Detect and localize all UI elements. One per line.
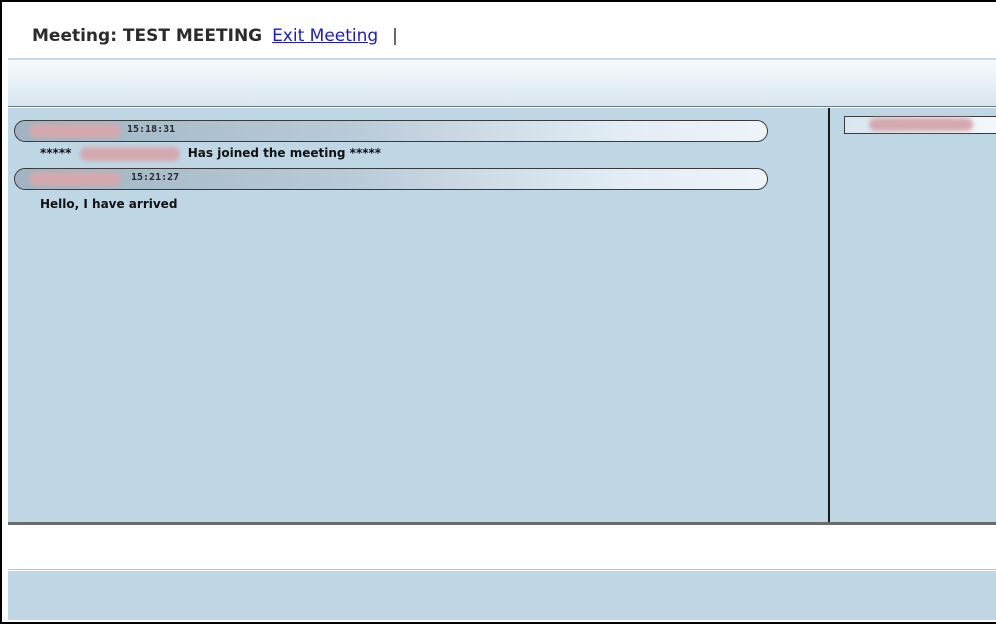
meeting-title-row: Meeting: TEST MEETING Exit Meeting |: [32, 26, 398, 46]
toolbar-strip: [8, 60, 996, 107]
chat-messages-panel[interactable]: 15:18:31 ***** Has joined the meeting **…: [8, 108, 830, 522]
message-timestamp: 15:21:27: [131, 172, 180, 183]
participant-item[interactable]: [844, 116, 996, 134]
bottom-bar: [8, 571, 996, 620]
meeting-header: Meeting: TEST MEETING Exit Meeting |: [8, 10, 996, 60]
message-text: ***** Has joined the meeting *****: [40, 146, 381, 161]
message-timestamp: 15:18:31: [127, 124, 176, 135]
message-body: Hello, I have arrived: [40, 197, 178, 211]
redacted-sender-name: [29, 124, 121, 138]
message-text: Hello, I have arrived: [40, 197, 177, 211]
participants-panel: [830, 108, 996, 522]
message-header: 15:21:27: [14, 168, 768, 190]
message-prefix: *****: [40, 146, 72, 160]
redacted-user-name: [79, 146, 180, 161]
redacted-participant-name: [869, 118, 973, 131]
meeting-title: Meeting: TEST MEETING: [32, 26, 263, 46]
redacted-sender-name: [29, 172, 121, 186]
message-body: Has joined the meeting *****: [187, 146, 382, 160]
header-separator: |: [392, 26, 398, 46]
exit-meeting-link[interactable]: Exit Meeting: [272, 26, 378, 46]
message-header: 15:18:31: [14, 120, 768, 142]
message-input[interactable]: [8, 525, 996, 570]
